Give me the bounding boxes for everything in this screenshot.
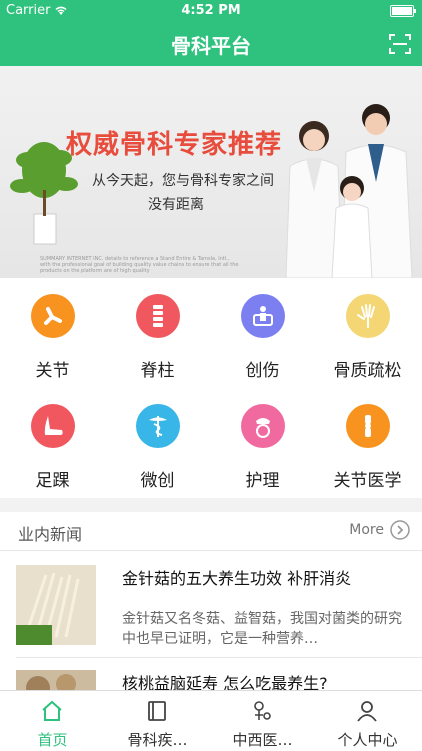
news-section-title: 业内新闻 [18,525,83,544]
status-time: 4:52 PM [181,3,241,18]
news-title: 金针菇的五大养生功效 补肝消炎 [122,569,352,588]
doctors-image [285,104,413,278]
category-label: 微创 [140,471,175,491]
tab-label: 骨科疾… [127,731,188,749]
category-spine[interactable]: 脊柱 [105,278,210,388]
news-thumbnail [16,565,96,645]
category-label: 创伤 [245,361,280,381]
medicine-icon [254,701,271,720]
tab-label: 首页 [37,731,68,749]
category-osteoporosis[interactable]: 骨质疏松 [315,278,420,388]
tab-label: 中西医… [232,731,293,749]
news-description: 金针菇又名冬菇、益智菇，我国对菌类的研究中也早已证明，它是一种营养… [122,611,402,647]
chevron-right-icon [390,520,410,540]
tab-diseases[interactable]: 骨科疾… [105,691,210,751]
tab-medicine[interactable]: 中西医… [210,691,315,751]
hand-bone-icon [346,294,390,338]
tab-label: 个人中心 [337,731,398,749]
category-label: 关节 [35,361,70,381]
news-list: 金针菇的五大养生功效 补肝消炎 金针菇又名冬菇、益智菇，我国对菌类的研究中也早已… [0,551,422,691]
category-label: 护理 [245,471,280,491]
category-joint[interactable]: 关节 [0,278,105,388]
person-icon [357,701,377,722]
banner-headline: 权威骨科专家推荐 [66,130,283,160]
category-label: 脊柱 [140,361,175,381]
banner[interactable]: 权威骨科专家推荐 从今天起，您与骨科专家之间 没有距离 SUMMARY INTE… [0,66,422,278]
banner-subtitle-1: 从今天起，您与骨科专家之间 [92,173,274,189]
category-label: 关节医学 [333,471,402,491]
scan-icon[interactable] [388,32,412,56]
category-label: 骨质疏松 [333,361,402,381]
more-label: More [349,522,384,538]
category-foot[interactable]: 足踝 [0,388,105,498]
category-trauma[interactable]: 创伤 [210,278,315,388]
banner-subtitle-2: 没有距离 [148,197,204,213]
status-bar: Carrier 4:52 PM [0,0,422,22]
category-nursing[interactable]: 护理 [210,388,315,498]
home-icon [42,700,62,721]
battery-icon [390,5,416,17]
tab-home[interactable]: 首页 [0,691,105,751]
category-label: 足踝 [35,471,70,491]
news-thumbnail [16,670,96,691]
foot-icon [31,404,75,448]
spine-icon [136,294,180,338]
category-grid: 关节 脊柱 创伤 骨质疏松 足踝 微创 护理 关节医学 [0,278,422,498]
news-header: 业内新闻 More [0,512,422,551]
trauma-icon [241,294,285,338]
knee-icon [346,404,390,448]
tab-profile[interactable]: 个人中心 [315,691,420,751]
page-title: 骨科平台 [171,34,251,58]
more-button[interactable]: More [349,520,410,540]
book-icon [148,701,166,721]
news-item[interactable]: 核桃益脑延寿 怎么吃最养生? [0,658,422,691]
nurse-icon [241,404,285,448]
category-joint-medicine[interactable]: 关节医学 [315,388,420,498]
joint-icon [31,294,75,338]
news-title: 核桃益脑延寿 怎么吃最养生? [122,674,328,691]
caduceus-icon [136,404,180,448]
news-item[interactable]: 金针菇的五大养生功效 补肝消炎 金针菇又名冬菇、益智菇，我国对菌类的研究中也早已… [0,551,422,657]
tab-bar: 首页 骨科疾… 中西医… 个人中心 [0,690,422,751]
category-minimally-invasive[interactable]: 微创 [105,388,210,498]
nav-bar: 骨科平台 [0,22,422,66]
banner-fine-print: SUMMARY INTERNET INC. details to referen… [40,256,239,274]
